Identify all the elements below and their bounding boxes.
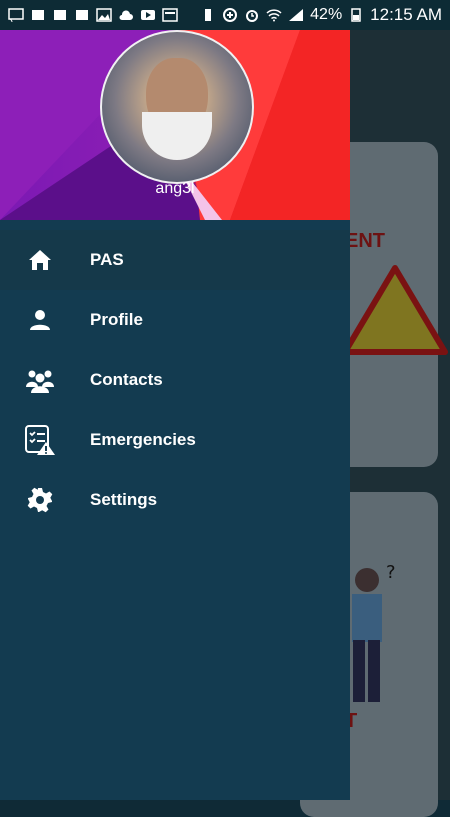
avatar-beard xyxy=(142,112,212,160)
menu-item-contacts[interactable]: Contacts xyxy=(0,350,350,410)
game-icon xyxy=(32,10,44,20)
wifi-icon xyxy=(266,9,282,22)
clock: 12:15 AM xyxy=(370,5,442,24)
cast-icon xyxy=(8,8,24,22)
cloud-icon xyxy=(119,10,133,20)
status-right: 42% 12:15 AM xyxy=(200,5,442,25)
avatar[interactable] xyxy=(100,30,254,184)
news-icon xyxy=(162,8,178,22)
username: ang3l xyxy=(155,180,195,197)
menu-item-label: Settings xyxy=(90,490,158,509)
battery-percent: 42% xyxy=(310,6,343,23)
navigation-drawer: ang3l PAS Profile Contacts Emergencies S… xyxy=(0,30,350,800)
person-icon xyxy=(20,305,60,335)
status-bar: 42% 12:15 AM xyxy=(0,0,450,30)
menu-item-settings[interactable]: Settings xyxy=(0,470,350,530)
game-icon-2 xyxy=(54,10,66,20)
people-icon xyxy=(20,365,60,395)
menu-item-label: Contacts xyxy=(90,370,163,389)
youtube-icon xyxy=(141,10,155,20)
menu-item-label: PAS xyxy=(90,250,124,269)
battery-saver-icon xyxy=(205,9,212,21)
battery-icon xyxy=(351,8,361,22)
game-icon-3 xyxy=(76,10,88,20)
data-saver-icon xyxy=(223,8,238,22)
menu-item-label: Emergencies xyxy=(90,430,196,449)
drawer-menu: PAS Profile Contacts Emergencies Setting… xyxy=(0,230,350,530)
gear-icon xyxy=(20,485,60,515)
menu-item-pas[interactable]: PAS xyxy=(0,230,350,290)
accident-card-text: ENT xyxy=(345,230,385,252)
menu-item-label: Profile xyxy=(90,310,143,329)
svg-text:?: ? xyxy=(386,562,396,583)
lost-person-icon: ? xyxy=(352,562,396,702)
alarm-icon xyxy=(246,10,259,22)
signal-icon xyxy=(289,9,304,21)
image-icon xyxy=(96,8,112,22)
menu-item-emergencies[interactable]: Emergencies xyxy=(0,410,350,470)
home-icon xyxy=(20,245,60,275)
warning-triangle-icon xyxy=(342,265,448,355)
menu-item-profile[interactable]: Profile xyxy=(0,290,350,350)
status-left-icons xyxy=(8,8,178,22)
drawer-header: ang3l xyxy=(0,30,350,220)
emergency-list-icon xyxy=(20,425,60,455)
